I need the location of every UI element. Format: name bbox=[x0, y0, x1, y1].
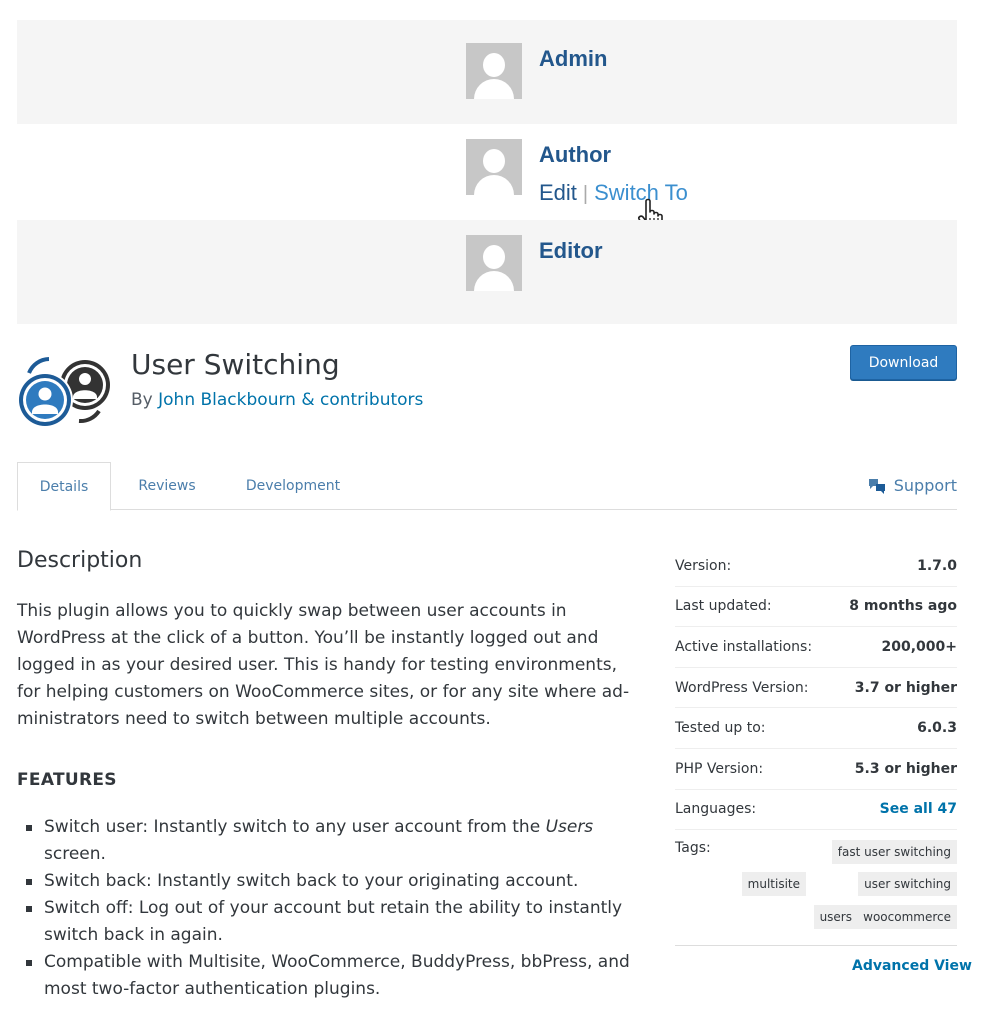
feature-item: Switch off: Log out of your account but … bbox=[17, 895, 637, 949]
meta-wp-version: WordPress Version: 3.7 or higher bbox=[675, 668, 957, 709]
meta-label: Version: bbox=[675, 557, 732, 574]
banner-row-author: Author Edit | Switch To bbox=[17, 124, 957, 233]
banner-username-author: Author bbox=[539, 142, 612, 167]
meta-label: Active installations: bbox=[675, 638, 813, 655]
byline-prefix: By bbox=[131, 390, 153, 410]
banner-row-admin: Admin bbox=[17, 20, 957, 124]
support-link[interactable]: Support bbox=[868, 476, 957, 495]
meta-value: 200,000+ bbox=[881, 638, 958, 655]
feature-text: screen. bbox=[44, 844, 106, 864]
plugin-title: User Switching bbox=[131, 348, 340, 381]
meta-label: Tags: bbox=[675, 840, 711, 857]
tab-reviews[interactable]: Reviews bbox=[127, 462, 207, 510]
feature-item: Compatible with Multisite, WooCommerce, … bbox=[17, 949, 637, 1003]
tag-woocommerce[interactable]: woocommerce bbox=[857, 905, 957, 930]
meta-label: WordPress Version: bbox=[675, 679, 809, 696]
meta-active-installs: Active installations: 200,000+ bbox=[675, 627, 957, 668]
banner-separator: | bbox=[582, 183, 589, 205]
description-heading: Description bbox=[17, 548, 143, 573]
banner-username-editor: Editor bbox=[539, 238, 603, 263]
tag-user-switching[interactable]: user switching bbox=[858, 872, 957, 897]
meta-last-updated: Last updated: 8 months ago bbox=[675, 587, 957, 628]
avatar-icon bbox=[466, 235, 522, 291]
meta-label: Languages: bbox=[675, 801, 757, 818]
meta-value: 6.0.3 bbox=[917, 720, 957, 737]
plugin-tabs: Details Reviews Development Support bbox=[17, 462, 957, 511]
feature-item: Switch user: Instantly switch to any use… bbox=[17, 814, 637, 868]
meta-label: Last updated: bbox=[675, 598, 772, 615]
tag-users[interactable]: users bbox=[813, 905, 858, 930]
advanced-view-link[interactable]: Advanced View bbox=[852, 958, 972, 974]
meta-value: 3.7 or higher bbox=[854, 679, 957, 696]
support-label: Support bbox=[893, 476, 957, 495]
tab-development[interactable]: Development bbox=[237, 462, 349, 510]
meta-tags: Tags: fast user switching multisite user… bbox=[675, 830, 957, 947]
meta-value: 5.3 or higher bbox=[854, 760, 957, 777]
plugin-banner: Admin Author Edit | Switch To Editor bbox=[17, 20, 957, 324]
tab-details[interactable]: Details bbox=[17, 462, 111, 511]
feature-text: Switch back: Instantly switch back to yo… bbox=[44, 871, 579, 891]
download-button[interactable]: Download bbox=[850, 345, 957, 380]
meta-tested-up-to: Tested up to: 6.0.3 bbox=[675, 708, 957, 749]
meta-label: PHP Version: bbox=[675, 760, 764, 777]
avatar-icon bbox=[466, 43, 522, 99]
feature-text: Switch user: Instantly switch to any use… bbox=[44, 817, 546, 837]
banner-username-admin: Admin bbox=[539, 46, 608, 71]
banner-row-editor: Editor bbox=[17, 220, 957, 324]
meta-version: Version: 1.7.0 bbox=[675, 546, 957, 587]
meta-value: 8 months ago bbox=[849, 598, 957, 615]
feature-emphasis: Users bbox=[545, 817, 594, 837]
feature-item: Switch back: Instantly switch back to yo… bbox=[17, 868, 637, 895]
features-heading: FEATURES bbox=[17, 770, 117, 790]
meta-php-version: PHP Version: 5.3 or higher bbox=[675, 749, 957, 790]
tag-fast-user-switching[interactable]: fast user switching bbox=[831, 840, 957, 865]
features-list: Switch user: Instantly switch to any use… bbox=[17, 814, 637, 1003]
languages-link[interactable]: See all 47 bbox=[880, 801, 957, 817]
feature-text: Switch off: Log out of your account but … bbox=[44, 898, 623, 945]
meta-value: 1.7.0 bbox=[917, 557, 957, 574]
feature-text: Compatible with Multisite, WooCommerce, … bbox=[44, 952, 630, 999]
tag-multisite[interactable]: multisite bbox=[741, 872, 806, 897]
plugin-icon bbox=[17, 357, 112, 428]
banner-row-actions: Edit | Switch To bbox=[539, 180, 688, 206]
meta-label: Tested up to: bbox=[675, 720, 766, 737]
plugin-byline: By John Blackbourn & contributors bbox=[131, 390, 423, 410]
plugin-meta: Version: 1.7.0 Last updated: 8 months ago … bbox=[675, 546, 957, 947]
description-paragraph: This plugin allows you to quickly swap b… bbox=[17, 601, 630, 729]
banner-edit-link: Edit bbox=[539, 180, 577, 205]
avatar-icon bbox=[466, 139, 522, 195]
meta-languages: Languages: See all 47 bbox=[675, 790, 957, 831]
support-icon bbox=[868, 478, 885, 494]
author-link[interactable]: John Blackbourn & contributors bbox=[158, 390, 423, 410]
